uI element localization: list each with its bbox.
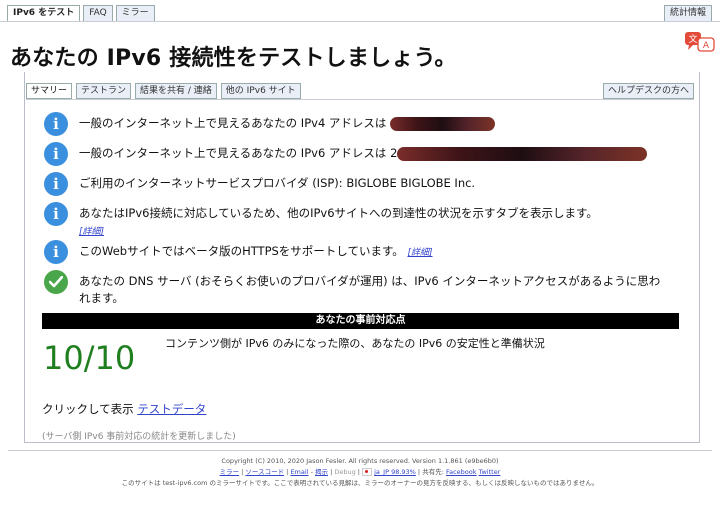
- footer-source-link[interactable]: ソースコード: [245, 468, 284, 476]
- readiness-description: コンテンツ側が IPv6 のみになった際の、あなたの IPv6 の安定性と準備状…: [165, 337, 545, 350]
- tab-other-sites[interactable]: 他の IPv6 サイト: [220, 83, 301, 99]
- test-data-line: クリックして表示 テストデータ: [42, 401, 206, 417]
- info-icon: i: [44, 172, 68, 196]
- ipv6-label: 一般のインターネット上で見えるあなたの IPv6 アドレスは 2: [79, 146, 398, 160]
- check-icon: [44, 270, 68, 294]
- info-icon: i: [44, 142, 68, 166]
- footer-share-label: 共有先:: [422, 468, 444, 476]
- footer-sep: -: [310, 468, 313, 476]
- tabs-info-label: あなたはIPv6接続に対応しているため、他のIPv6サイトへの到達性の状況を示す…: [79, 206, 598, 220]
- tab-share-results[interactable]: 結果を共有 / 連絡: [135, 83, 217, 99]
- footer-forum-link[interactable]: 揭示: [315, 468, 328, 476]
- https-details-link[interactable]: [詳細]: [407, 248, 432, 258]
- tab-help-desk[interactable]: ヘルプデスクの方へ: [602, 83, 694, 99]
- flag-icon: [362, 468, 373, 476]
- ipv4-label: 一般のインターネット上で見えるあなたの IPv4 アドレスは: [79, 116, 387, 130]
- ipv6-row: i 一般のインターネット上で見えるあなたの IPv6 アドレスは 2: [44, 142, 669, 166]
- tabs-info-row: i あなたはIPv6接続に対応しているため、他のIPv6サイトへの到達性の状況を…: [44, 202, 669, 241]
- tabs-info-text: あなたはIPv6接続に対応しているため、他のIPv6サイトへの到達性の状況を示す…: [79, 205, 669, 241]
- footer-divider: [8, 450, 712, 451]
- redacted-ipv6: [397, 146, 648, 161]
- tab-faq[interactable]: FAQ: [83, 5, 113, 22]
- footer-debug[interactable]: Debug: [334, 468, 355, 476]
- dns-text: あなたの DNS サーバ (おそらくお使いのプロバイダが運用) は、IPv6 イ…: [79, 274, 661, 305]
- dns-row: あなたの DNS サーバ (おそらくお使いのプロバイダが運用) は、IPv6 イ…: [44, 270, 669, 307]
- info-icon: i: [44, 112, 68, 136]
- footer-mirrors-link[interactable]: ミラー: [220, 468, 240, 476]
- panel-tabs: サマリー テストラン 結果を共有 / 連絡 他の IPv6 サイト: [26, 83, 301, 99]
- panel-tab-divider: [26, 99, 694, 100]
- footer-locale-link[interactable]: ja_JP 98.93%: [374, 468, 416, 476]
- redacted-ipv4: [390, 116, 496, 131]
- footer-email-link[interactable]: Email: [290, 468, 308, 476]
- click-prefix: クリックして表示: [42, 402, 134, 416]
- svg-text:A: A: [703, 41, 710, 51]
- svg-text:文: 文: [688, 33, 697, 45]
- footer-links: ミラー | ソースコード | Email - 揭示 | Debug | ja_J…: [219, 468, 501, 476]
- https-label: このWebサイトではベータ版のHTTPSをサポートしています。: [79, 244, 404, 258]
- ipv4-text: 一般のインターネット上で見えるあなたの IPv4 アドレスは: [79, 115, 669, 132]
- https-text: このWebサイトではベータ版のHTTPSをサポートしています。 [詳細]: [79, 243, 669, 262]
- footer-twitter-link[interactable]: Twitter: [479, 468, 501, 476]
- tabs-info-details-link[interactable]: [詳細]: [79, 227, 104, 237]
- readiness-score: 10/10: [43, 339, 136, 377]
- isp-text: ご利用のインターネットサービスプロバイダ (ISP): BIGLOBE BIGL…: [79, 176, 476, 190]
- top-divider: [0, 21, 720, 22]
- footer-mirror-note: このサイトは test-ipv6.com のミラーサイトです。ここで表明されてい…: [121, 479, 599, 487]
- footer-copyright: Copyright (C) 2010, 2020 Jason Fesler. A…: [221, 457, 499, 465]
- info-icon: i: [44, 240, 68, 264]
- test-data-link[interactable]: テストデータ: [137, 402, 206, 416]
- page-title: あなたの IPv6 接続性をテストしましょう。: [10, 46, 457, 71]
- isp-row: i ご利用のインターネットサービスプロバイダ (ISP): BIGLOBE BI…: [44, 172, 669, 196]
- refresh-note: (サーバ側 IPv6 事前対応の統計を更新しました): [42, 432, 236, 442]
- tab-stats[interactable]: 統計情報: [663, 5, 712, 22]
- tab-summary[interactable]: サマリー: [26, 83, 73, 99]
- readiness-heading: あなたの事前対応点: [42, 313, 679, 329]
- info-icon: i: [44, 202, 68, 226]
- tab-test-ipv6[interactable]: IPv6 をテスト: [7, 5, 81, 22]
- ipv6-text: 一般のインターネット上で見えるあなたの IPv6 アドレスは 2: [79, 145, 669, 162]
- footer-facebook-link[interactable]: Facebook: [446, 468, 477, 476]
- https-row: i このWebサイトではベータ版のHTTPSをサポートしています。 [詳細]: [44, 240, 669, 264]
- tab-mirrors[interactable]: ミラー: [115, 5, 155, 22]
- tab-tests-run[interactable]: テストラン: [76, 83, 132, 99]
- top-nav: IPv6 をテスト FAQ ミラー: [7, 5, 155, 22]
- ipv4-row: i 一般のインターネット上で見えるあなたの IPv4 アドレスは: [44, 112, 669, 136]
- language-icon[interactable]: 文 A: [684, 30, 716, 54]
